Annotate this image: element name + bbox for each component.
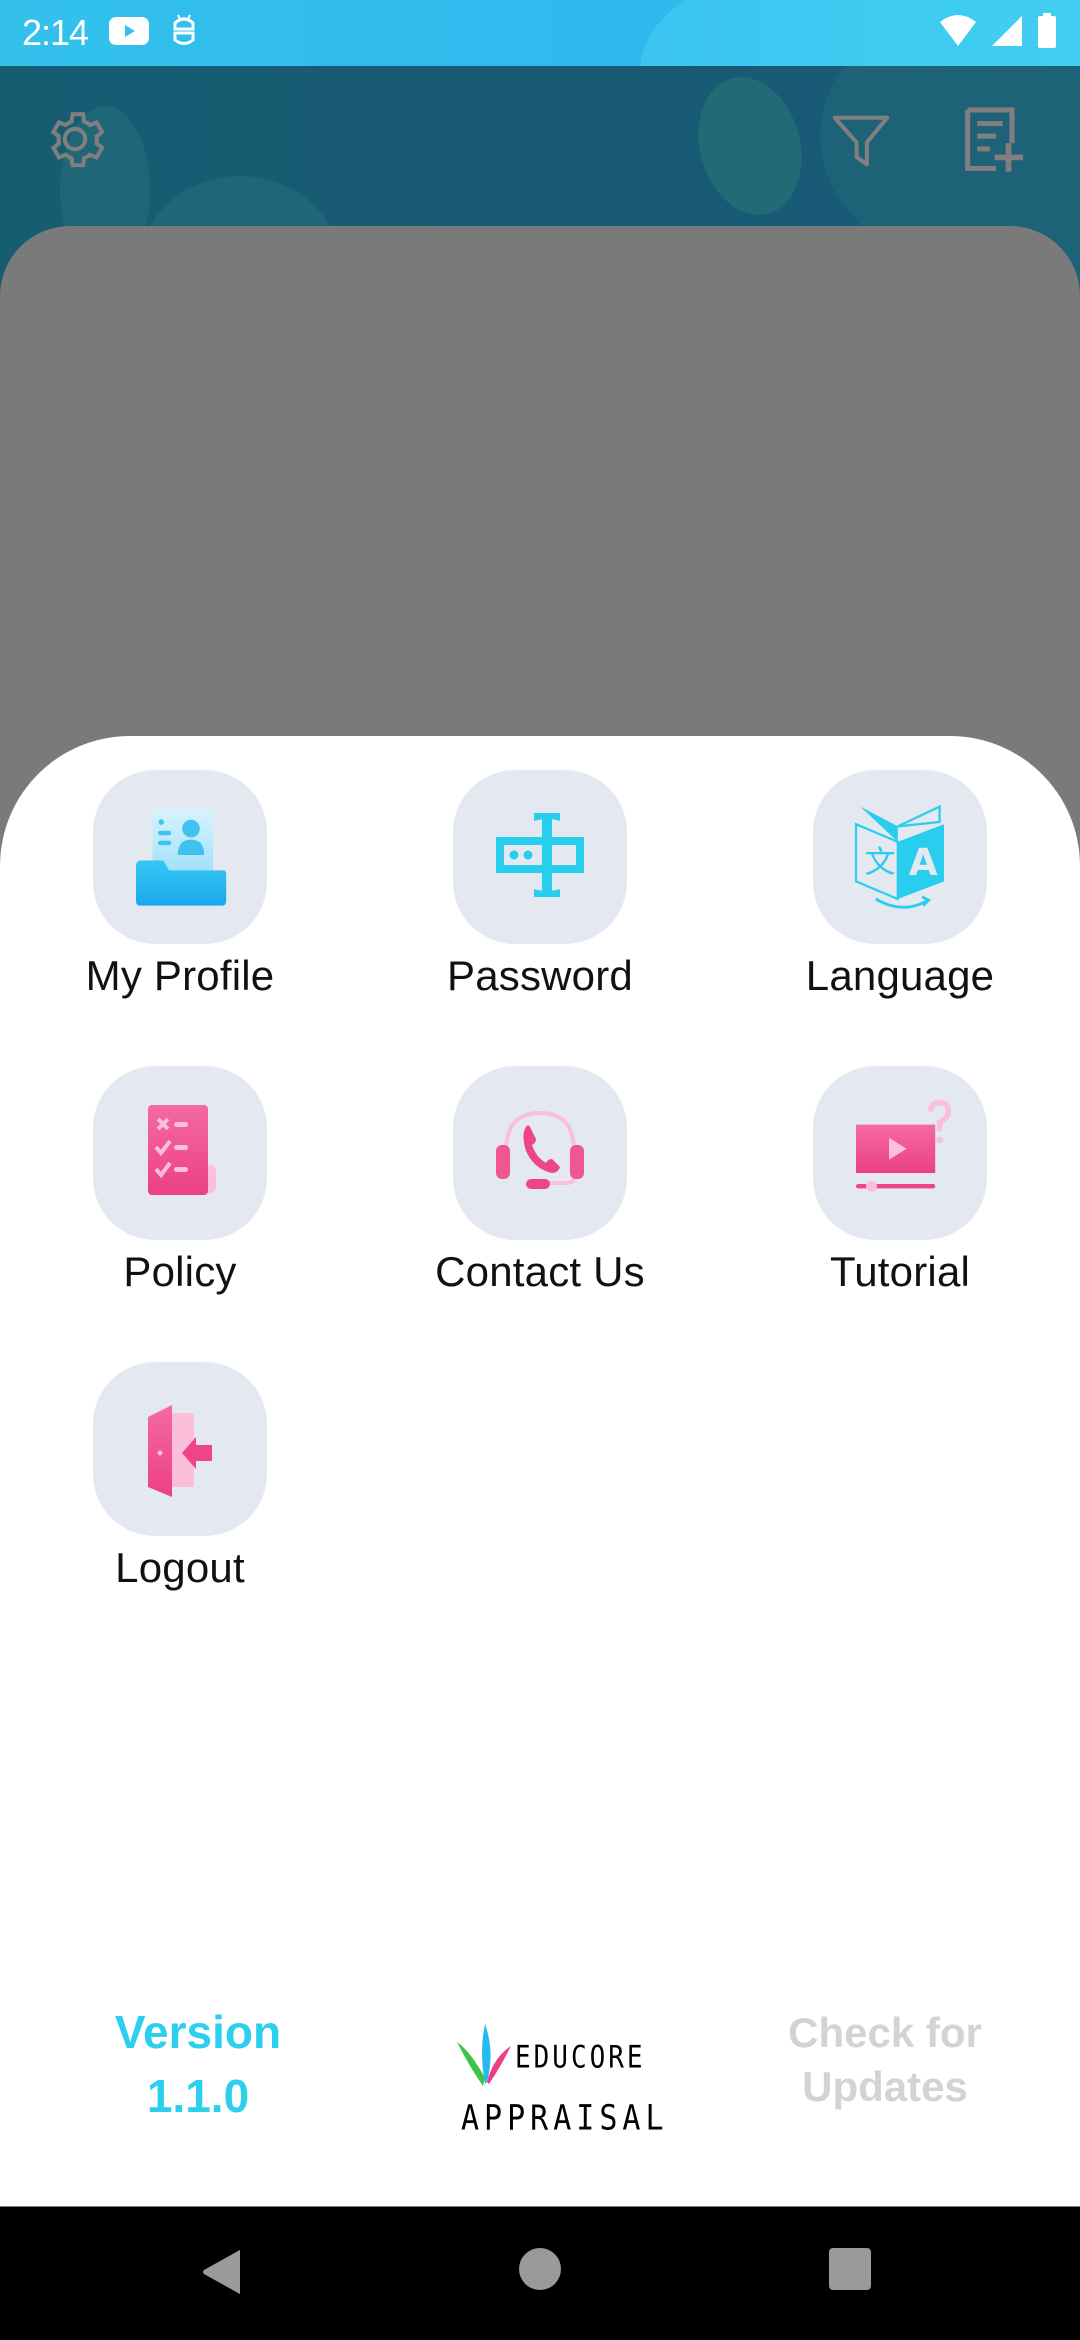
check-for-updates-button[interactable]: Check for Updates (760, 2006, 1010, 2114)
settings-bottom-sheet: My Profile Password 文 A Language Policy … (0, 736, 1080, 2206)
check-updates-line1: Check for (788, 2009, 982, 2056)
svg-text:A: A (909, 839, 938, 883)
menu-item-language[interactable]: 文 A Language (720, 770, 1080, 1038)
youtube-icon (108, 16, 150, 51)
home-button[interactable] (518, 2247, 562, 2296)
educore-appraisal-logo: EDUCORE APPRAISAL (455, 2022, 669, 2142)
recents-square-icon (828, 2248, 872, 2295)
menu-item-logout[interactable]: Logout (0, 1362, 360, 1630)
menu-item-tutorial[interactable]: Tutorial (720, 1066, 1080, 1334)
menu-label: Password (446, 952, 633, 999)
menu-item-policy[interactable]: Policy (0, 1066, 360, 1334)
logo-product-text: APPRAISAL (461, 2098, 669, 2139)
menu-item-my-profile[interactable]: My Profile (0, 770, 360, 1038)
back-button[interactable] (200, 2247, 244, 2302)
system-navigation-bar (0, 2207, 1080, 2340)
back-triangle-icon (200, 2250, 244, 2301)
menu-tile (453, 1066, 627, 1240)
header-decoration (683, 66, 817, 227)
password-field-icon (490, 805, 590, 910)
filter-icon[interactable] (826, 106, 896, 181)
menu-label: Logout (115, 1544, 245, 1591)
svg-text:文: 文 (865, 844, 896, 880)
video-tutorial-icon (845, 1096, 955, 1211)
menu-tile: 文 A (813, 770, 987, 944)
menu-label: Language (805, 952, 995, 999)
menu-label: Tutorial (829, 1248, 971, 1295)
cellular-signal-icon (990, 14, 1024, 53)
status-time: 2:14 (22, 12, 89, 53)
feather-logo-icon (455, 2022, 513, 2093)
menu-label: Contact Us (435, 1248, 645, 1295)
translate-icon: 文 A (845, 800, 955, 915)
logout-door-icon (130, 1397, 230, 1502)
add-note-icon[interactable] (955, 102, 1031, 183)
menu-tile (93, 770, 267, 944)
home-circle-icon (518, 2248, 562, 2295)
profile-folder-icon (125, 800, 235, 915)
recents-button[interactable] (828, 2247, 872, 2296)
menu-tile (813, 1066, 987, 1240)
gear-icon[interactable] (40, 104, 110, 179)
android-debug-icon (170, 13, 198, 54)
menu-tile (453, 770, 627, 944)
sheet-footer: Version 1.1.0 EDUCORE APPRAISAL Check fo… (0, 2000, 1080, 2140)
menu-tile (93, 1362, 267, 1536)
wifi-icon (938, 14, 978, 53)
menu-label: Policy (123, 1248, 237, 1295)
logo-brand-text: EDUCORE (515, 2039, 646, 2076)
battery-icon (1036, 12, 1058, 54)
checklist-policy-icon (130, 1101, 230, 1206)
version-number: 1.1.0 (146, 2070, 250, 2122)
menu-item-password[interactable]: Password (360, 770, 720, 1038)
menu-item-contact-us[interactable]: Contact Us (360, 1066, 720, 1334)
menu-label: My Profile (85, 952, 275, 999)
version-label: Version (114, 2006, 282, 2058)
status-bar: 2:14 (0, 0, 1080, 66)
menu-grid: My Profile Password 文 A Language Policy … (0, 770, 1080, 1630)
headset-phone-icon (490, 1101, 590, 1206)
menu-tile (93, 1066, 267, 1240)
app-version: Version 1.1.0 (98, 2000, 298, 2128)
check-updates-line2: Updates (802, 2063, 968, 2110)
